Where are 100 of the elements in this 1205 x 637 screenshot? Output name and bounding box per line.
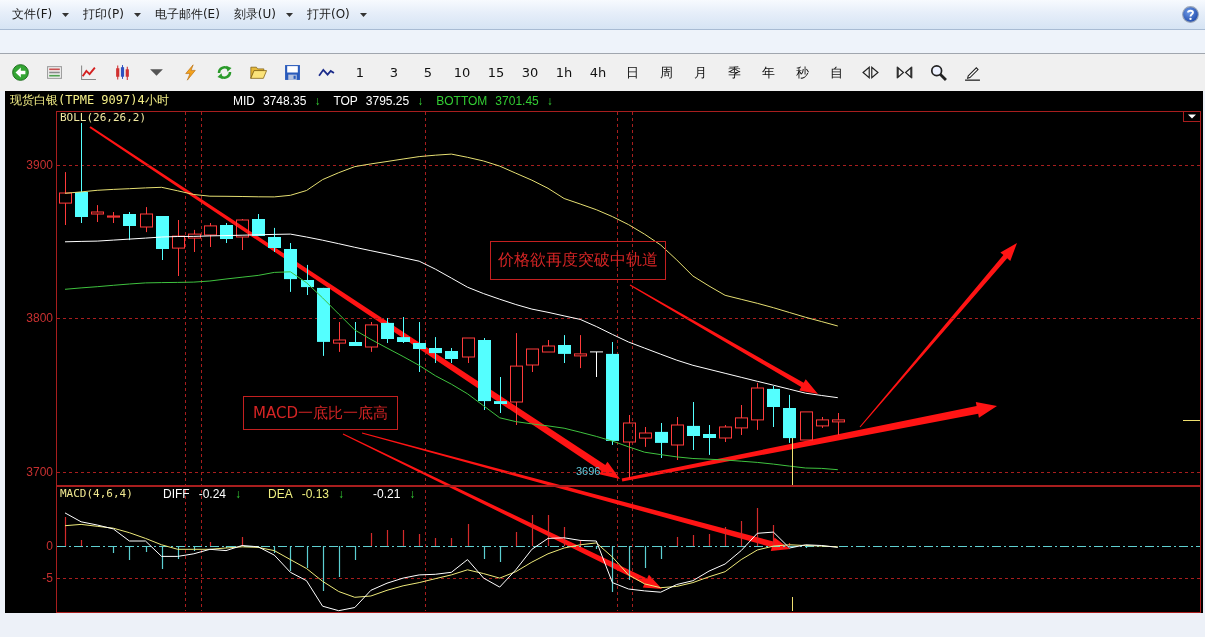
triangles-outward-icon[interactable] [861, 64, 879, 81]
candlestick [252, 213, 265, 237]
help-icon[interactable] [1182, 6, 1199, 23]
histogram-bar [692, 534, 695, 547]
caret-icon [359, 12, 367, 17]
menu-item[interactable]: 打印(P) [82, 5, 142, 24]
histogram-bar [80, 539, 83, 547]
reading-label: MID [233, 94, 255, 108]
period-button[interactable]: 5 [422, 64, 434, 81]
candlestick [236, 218, 249, 251]
histogram-bar [418, 533, 421, 547]
histogram-bar [676, 536, 679, 547]
candlestick-icon[interactable] [113, 64, 131, 81]
refresh-icon[interactable] [215, 64, 233, 81]
candlestick [284, 242, 297, 293]
trend-arrow: ↓ [546, 94, 553, 108]
candlestick [301, 264, 314, 296]
period-button[interactable]: 4h [588, 64, 608, 81]
histogram-bar [64, 516, 67, 547]
pencil-icon[interactable] [963, 64, 981, 81]
period-button[interactable]: 1 [354, 64, 366, 81]
candlestick [140, 206, 153, 233]
histogram-bar [370, 532, 373, 547]
candlestick [832, 412, 845, 436]
reading-value: -0.24 [198, 487, 227, 501]
histogram-bar [595, 545, 598, 550]
left-arrow-circle-icon[interactable] [11, 64, 29, 81]
trend-arrow: ↓ [417, 94, 424, 108]
histogram-bar [708, 533, 711, 547]
period-button[interactable]: 自 [828, 62, 844, 83]
line-chart-icon[interactable] [79, 64, 97, 81]
reading-value: 3748.35 [263, 94, 307, 108]
candlestick [123, 211, 136, 241]
indicator-label: BOLL(26,26,2) [60, 111, 147, 124]
search-icon[interactable] [929, 64, 947, 81]
candlestick [719, 424, 732, 443]
histogram-bar [273, 545, 276, 554]
histogram-bar [805, 545, 808, 549]
candlestick [381, 317, 394, 344]
trend-arrow: ↓ [338, 487, 345, 501]
period-button[interactable]: 月 [692, 62, 708, 83]
period-button[interactable]: 年 [760, 62, 776, 83]
histogram-bar [338, 545, 341, 578]
caret-icon [286, 12, 293, 17]
folder-icon[interactable] [249, 64, 267, 81]
candlestick [268, 227, 281, 253]
histogram-bar [386, 529, 389, 547]
candlestick [623, 414, 636, 479]
candlestick [816, 416, 829, 429]
triangles-inward-icon[interactable] [895, 64, 913, 81]
candlestick [349, 321, 362, 347]
menu-item[interactable]: 电子邮件(E) [153, 5, 221, 24]
candlestick [188, 229, 201, 253]
histogram-bar [306, 545, 309, 569]
caret-icon [62, 12, 70, 17]
candlestick [445, 347, 458, 364]
period-button[interactable]: 1h [554, 64, 574, 81]
histogram-bar [611, 545, 614, 593]
histogram-bar [740, 520, 743, 547]
list-icon[interactable] [45, 64, 63, 81]
period-button[interactable]: 30 [520, 64, 540, 81]
histogram-bar [756, 507, 759, 547]
histogram-bar [145, 545, 148, 553]
period-button[interactable]: 15 [486, 64, 506, 81]
caret-icon [133, 12, 141, 17]
histogram-bar [788, 542, 791, 547]
annotation-label: 价格欲再度突破中轨道 [490, 241, 666, 280]
candlestick [494, 376, 507, 414]
candlestick [703, 424, 716, 456]
candlestick [462, 337, 475, 364]
trend-arrow: ↓ [235, 487, 242, 501]
axis-label: 3800 [26, 311, 53, 325]
histogram-bar [515, 531, 518, 547]
histogram-bar [660, 545, 663, 560]
period-button[interactable]: 日 [624, 62, 640, 83]
histogram-bar [434, 537, 437, 547]
annotation-label: MACD一底比一底高 [243, 396, 398, 430]
candlestick [397, 316, 410, 344]
candlestick [800, 411, 813, 441]
dropdown-button[interactable] [1183, 111, 1201, 122]
candlestick [429, 336, 442, 364]
period-button[interactable]: 10 [452, 64, 472, 81]
reading-value: -0.13 [301, 487, 330, 501]
menu-item[interactable]: 刻录(U) [232, 5, 294, 24]
menu-item[interactable]: 文件(F) [11, 5, 71, 24]
candlestick [767, 385, 780, 428]
axis-label: 3900 [26, 158, 53, 172]
period-button[interactable]: 季 [726, 62, 742, 83]
candlestick [59, 171, 72, 226]
candlestick [317, 287, 330, 357]
candlestick [204, 222, 217, 248]
period-button[interactable]: 秒 [794, 62, 810, 83]
candlestick [735, 404, 748, 436]
histogram-bar [354, 545, 357, 561]
indicator-label: MACD(4,6,4) [60, 487, 133, 501]
period-button[interactable]: 3 [388, 64, 400, 81]
menu-item[interactable]: 打开(O) [306, 5, 368, 24]
histogram-bar [579, 539, 582, 547]
period-button[interactable]: 周 [658, 62, 674, 83]
candlestick [156, 215, 169, 261]
